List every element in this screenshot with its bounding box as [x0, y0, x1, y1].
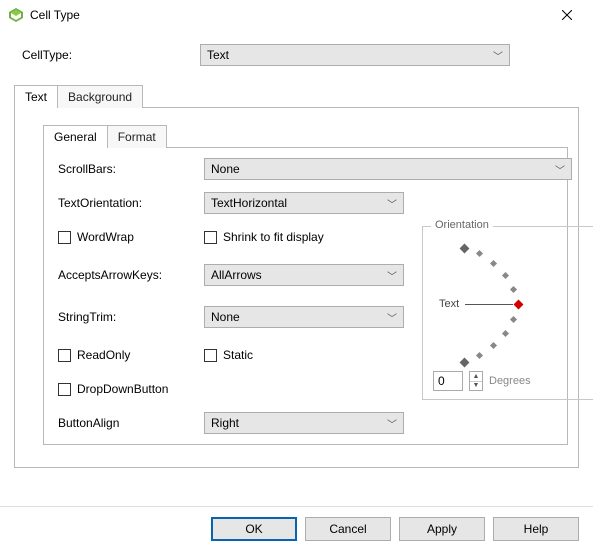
- window-title: Cell Type: [30, 8, 549, 22]
- spin-up-icon: ▲: [470, 372, 482, 382]
- acceptsarrowkeys-label: AcceptsArrowKeys:: [58, 268, 198, 282]
- chevron-down-icon: ﹀: [555, 162, 565, 177]
- chevron-down-icon: ﹀: [387, 268, 397, 283]
- apply-button[interactable]: Apply: [399, 517, 485, 541]
- footer-separator: [0, 506, 593, 507]
- checkbox-box: [58, 231, 71, 244]
- checkbox-box: [58, 349, 71, 362]
- acceptsarrowkeys-select[interactable]: AllArrows ﹀: [204, 264, 404, 286]
- chevron-down-icon: ﹀: [387, 310, 397, 325]
- scrollbars-select[interactable]: None ﹀: [204, 158, 572, 180]
- orientation-fieldset: Orientation Text: [422, 226, 593, 400]
- degrees-label: Degrees: [489, 375, 531, 387]
- textorientation-label: TextOrientation:: [58, 196, 198, 210]
- celltype-select[interactable]: Text ﹀: [200, 44, 510, 66]
- close-button[interactable]: [549, 1, 585, 29]
- cancel-button[interactable]: Cancel: [305, 517, 391, 541]
- textorientation-select[interactable]: TextHorizontal ﹀: [204, 192, 404, 214]
- app-icon: [8, 7, 24, 23]
- readonly-checkbox[interactable]: ReadOnly: [58, 348, 198, 362]
- degrees-spin-buttons[interactable]: ▲ ▼: [469, 371, 483, 391]
- subtab-pane-general: ScrollBars: None ﹀ TextOrientation: Text…: [43, 147, 568, 445]
- help-button[interactable]: Help: [493, 517, 579, 541]
- shrinktofit-checkbox[interactable]: Shrink to fit display: [204, 230, 404, 244]
- degrees-value: 0: [438, 374, 445, 388]
- checkbox-box: [204, 349, 217, 362]
- subtab-general[interactable]: General: [43, 125, 108, 148]
- orientation-indicator-line: [465, 304, 513, 305]
- tab-background[interactable]: Background: [57, 85, 143, 108]
- orientation-current-angle: [514, 300, 524, 310]
- stringtrim-label: StringTrim:: [58, 310, 198, 324]
- buttonalign-value: Right: [211, 416, 239, 430]
- dropdownbutton-label: DropDownButton: [77, 382, 168, 396]
- orientation-fieldset-cell: Orientation Text: [410, 226, 593, 400]
- degrees-input[interactable]: 0: [433, 371, 463, 391]
- buttonalign-label: ButtonAlign: [58, 416, 198, 430]
- celltype-label: CellType:: [20, 48, 200, 62]
- checkbox-box: [204, 231, 217, 244]
- main-tabs: Text Background General Format ScrollBar…: [14, 84, 579, 468]
- spin-down-icon: ▼: [470, 382, 482, 391]
- tab-text[interactable]: Text: [14, 85, 58, 108]
- scrollbars-value: None: [211, 162, 240, 176]
- ok-button[interactable]: OK: [211, 517, 297, 541]
- degrees-spinner: 0 ▲ ▼ Degrees: [433, 371, 589, 391]
- chevron-down-icon: ﹀: [493, 48, 503, 63]
- wordwrap-checkbox[interactable]: WordWrap: [58, 230, 198, 244]
- checkbox-box: [58, 383, 71, 396]
- dialog-content: CellType: Text ﹀ Text Background General…: [0, 30, 593, 468]
- textorientation-value: TextHorizontal: [211, 196, 287, 210]
- scrollbars-label: ScrollBars:: [58, 162, 198, 176]
- stringtrim-select[interactable]: None ﹀: [204, 306, 404, 328]
- readonly-label: ReadOnly: [77, 348, 130, 362]
- orientation-text-label: Text: [439, 298, 459, 310]
- shrinktofit-label: Shrink to fit display: [223, 230, 324, 244]
- sub-tabs: General Format ScrollBars: None ﹀ TextOr…: [43, 124, 568, 445]
- orientation-legend: Orientation: [431, 219, 493, 231]
- chevron-down-icon: ﹀: [387, 416, 397, 431]
- titlebar: Cell Type: [0, 0, 593, 30]
- subtab-format[interactable]: Format: [107, 125, 167, 148]
- celltype-row: CellType: Text ﹀: [14, 36, 579, 80]
- static-label: Static: [223, 348, 253, 362]
- dialog-footer: OK Cancel Apply Help: [211, 517, 579, 541]
- celltype-value: Text: [207, 48, 229, 62]
- close-icon: [562, 10, 572, 20]
- dropdownbutton-checkbox[interactable]: DropDownButton: [58, 382, 198, 396]
- tab-pane-text: General Format ScrollBars: None ﹀ TextOr…: [14, 107, 579, 468]
- orientation-dial[interactable]: Text: [433, 243, 593, 363]
- stringtrim-value: None: [211, 310, 240, 324]
- chevron-down-icon: ﹀: [387, 196, 397, 211]
- static-checkbox[interactable]: Static: [204, 348, 404, 362]
- wordwrap-label: WordWrap: [77, 230, 134, 244]
- acceptsarrowkeys-value: AllArrows: [211, 268, 262, 282]
- buttonalign-select[interactable]: Right ﹀: [204, 412, 404, 434]
